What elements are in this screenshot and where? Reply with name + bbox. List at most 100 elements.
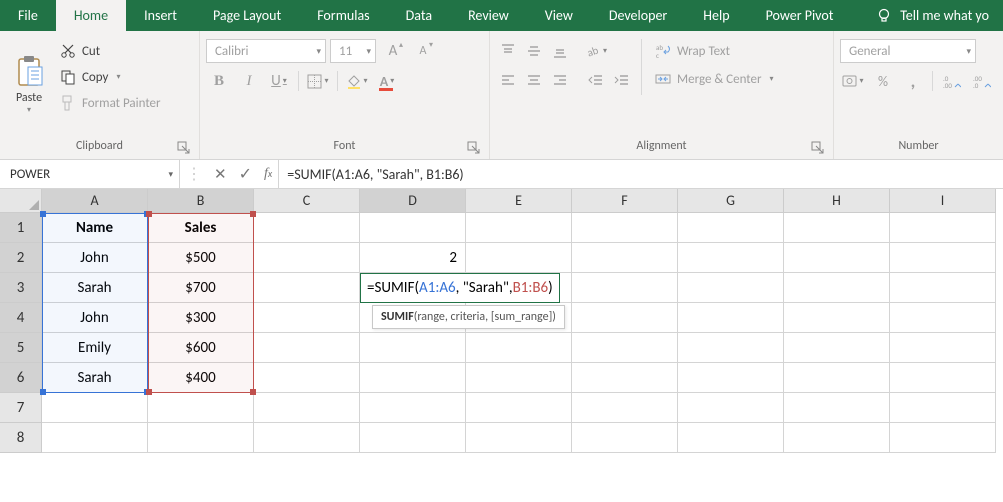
cell[interactable] [360,333,466,363]
cell[interactable] [890,423,996,453]
fill-color-button[interactable]: ▾ [344,69,370,93]
cell[interactable] [360,393,466,423]
cell[interactable] [678,303,784,333]
cell[interactable] [466,333,572,363]
cell[interactable] [466,393,572,423]
cell[interactable] [254,243,360,273]
cell[interactable] [572,393,678,423]
row-header-8[interactable]: 8 [0,423,42,453]
number-format-dropdown[interactable]: General▾ [840,39,976,63]
name-box[interactable]: POWER ▾ [0,160,180,188]
tab-insert[interactable]: Insert [126,0,195,31]
col-header-h[interactable]: H [784,189,890,213]
comma-button[interactable]: , [900,69,926,93]
underline-button[interactable]: U▾ [266,69,292,93]
align-bottom-button[interactable] [548,39,572,63]
cell[interactable] [784,213,890,243]
spreadsheet-grid[interactable]: A B C D E F G H I 1 2 3 4 5 6 7 8 Name S… [0,189,1003,502]
dialog-launcher-icon[interactable] [177,141,191,155]
cell[interactable] [572,303,678,333]
cell[interactable]: $600 [148,333,254,363]
tab-formulas[interactable]: Formulas [299,0,387,31]
cell[interactable] [890,273,996,303]
tab-data[interactable]: Data [388,0,450,31]
cell[interactable] [360,363,466,393]
cell[interactable] [572,213,678,243]
cell[interactable] [254,333,360,363]
col-header-g[interactable]: G [678,189,784,213]
row-header-6[interactable]: 6 [0,363,42,393]
cell[interactable]: 2 [360,243,466,273]
cell[interactable] [678,393,784,423]
tab-power-pivot[interactable]: Power Pivot [748,0,852,31]
format-painter-button[interactable]: Format Painter [56,91,165,115]
italic-button[interactable]: I [236,69,262,93]
cell[interactable] [678,333,784,363]
cell[interactable] [148,393,254,423]
cell[interactable] [466,243,572,273]
cell[interactable] [678,213,784,243]
cell[interactable] [466,363,572,393]
cell[interactable] [890,303,996,333]
cell[interactable] [678,273,784,303]
dialog-launcher-icon[interactable] [467,141,481,155]
cell[interactable] [254,303,360,333]
cell[interactable]: Emily [42,333,148,363]
formula-bar-input[interactable]: =SUMIF(A1:A6, "Sarah", B1:B6) [279,160,1003,188]
select-all-corner[interactable] [0,189,42,213]
cell[interactable]: $500 [148,243,254,273]
row-header-2[interactable]: 2 [0,243,42,273]
bold-button[interactable]: B [206,69,232,93]
cell[interactable]: Sarah [42,363,148,393]
cell[interactable] [784,273,890,303]
row-header-7[interactable]: 7 [0,393,42,423]
active-cell-editor[interactable]: =SUMIF(A1:A6, "Sarah", B1:B6) [360,273,560,303]
row-header-5[interactable]: 5 [0,333,42,363]
row-header-3[interactable]: 3 [0,273,42,303]
tab-page-layout[interactable]: Page Layout [195,0,299,31]
cell[interactable]: Sarah [42,273,148,303]
cell[interactable]: Name [42,213,148,243]
align-middle-button[interactable] [522,39,546,63]
tab-developer[interactable]: Developer [591,0,685,31]
percent-button[interactable]: % [870,69,896,93]
cell[interactable] [678,363,784,393]
cell[interactable] [678,243,784,273]
cell[interactable] [42,393,148,423]
cell[interactable] [890,393,996,423]
row-header-4[interactable]: 4 [0,303,42,333]
cell[interactable] [572,423,678,453]
cell[interactable]: John [42,303,148,333]
cell[interactable]: $400 [148,363,254,393]
cell[interactable] [784,363,890,393]
cell[interactable] [572,243,678,273]
dialog-launcher-icon[interactable] [811,141,825,155]
cell[interactable] [254,273,360,303]
enter-formula-button[interactable]: ✓ [239,164,252,184]
col-header-f[interactable]: F [572,189,678,213]
tell-me-search[interactable]: Tell me what yo [868,0,1003,31]
cell[interactable] [254,393,360,423]
col-header-e[interactable]: E [466,189,572,213]
decrease-decimal-button[interactable]: .00.0 [969,69,995,93]
cell[interactable] [360,423,466,453]
tab-view[interactable]: View [527,0,591,31]
grow-font-button[interactable]: A▴ [380,39,406,63]
cancel-formula-button[interactable]: ✕ [214,165,227,184]
cell[interactable] [572,333,678,363]
cell[interactable] [360,213,466,243]
cell[interactable] [784,243,890,273]
paste-button[interactable]: Paste ▾ [6,35,52,117]
increase-indent-button[interactable] [610,69,634,93]
col-header-c[interactable]: C [254,189,360,213]
cell[interactable]: $300 [148,303,254,333]
increase-decimal-button[interactable]: .0.00 [939,69,965,93]
cell[interactable] [42,423,148,453]
cell[interactable] [784,423,890,453]
cell[interactable]: $700 [148,273,254,303]
wrap-text-button[interactable]: abc Wrap Text [655,39,780,63]
cell[interactable] [890,333,996,363]
row-header-1[interactable]: 1 [0,213,42,243]
cell[interactable] [890,213,996,243]
cell[interactable] [466,423,572,453]
